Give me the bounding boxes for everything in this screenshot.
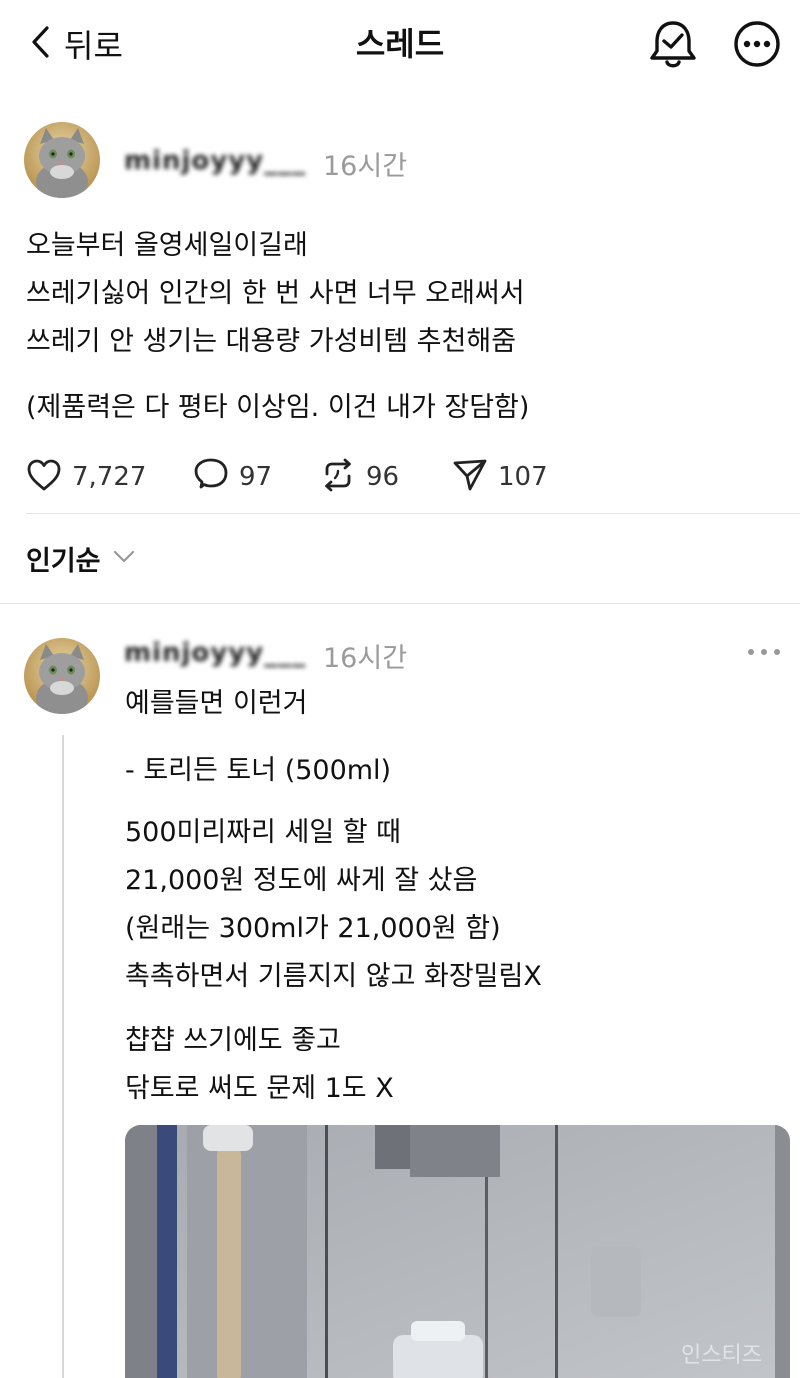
sort-dropdown[interactable]: 인기순 — [26, 538, 135, 578]
divider — [0, 603, 800, 604]
heart-icon — [26, 458, 62, 496]
top-bar: 뒤로 스레드 — [0, 0, 800, 90]
thread-line — [62, 735, 64, 1378]
post-text-line: 쓰레기싫어 인간의 한 번 사면 너무 오래써서 — [26, 278, 525, 309]
reply-text-line: 챱챱 쓰기에도 좋고 — [125, 1025, 341, 1056]
comment-icon — [193, 457, 229, 497]
comment-button[interactable]: 97 — [193, 455, 272, 499]
reply-text-line: 닦토로 써도 문제 1도 X — [125, 1073, 394, 1104]
ellipsis-icon — [744, 649, 784, 668]
post-note: (제품력은 다 평타 이상임. 이건 내가 장담함) — [26, 392, 530, 423]
comment-count: 97 — [239, 462, 273, 492]
reply-time: 16시간 — [323, 643, 408, 674]
share-button[interactable]: 107 — [452, 455, 548, 499]
post-time: 16시간 — [323, 151, 408, 182]
reply-text-line: 21,000원 정도에 싸게 잘 샀음 — [125, 865, 478, 896]
bell-check-icon — [648, 21, 698, 74]
post-text-line: 오늘부터 올영세일이길래 — [26, 230, 308, 261]
like-button[interactable]: 7,727 — [26, 455, 146, 499]
post-username[interactable]: minjoyyy___ — [124, 146, 306, 176]
reply-username[interactable]: minjoyyy___ — [124, 638, 306, 668]
repost-button[interactable]: 96 — [320, 455, 399, 499]
sort-label: 인기순 — [26, 545, 101, 577]
reply-text-line: 촉촉하면서 기름지지 않고 화장밀림X — [125, 961, 542, 992]
avatar[interactable] — [24, 122, 100, 198]
send-icon — [452, 457, 488, 497]
reply-photo[interactable]: 인스티즈 — [125, 1125, 790, 1378]
share-count: 107 — [498, 462, 548, 492]
reply-more-button[interactable] — [744, 640, 784, 664]
more-options-button[interactable] — [733, 20, 781, 68]
more-options-icon — [733, 21, 781, 72]
reply-text-line: 500미리짜리 세일 할 때 — [125, 817, 402, 848]
watermark: 인스티즈 — [681, 1343, 762, 1368]
repost-icon — [320, 457, 356, 497]
notification-button[interactable] — [648, 18, 698, 70]
repost-count: 96 — [366, 462, 400, 492]
post-text-line: 쓰레기 안 생기는 대용량 가성비템 추천해줌 — [26, 326, 517, 357]
reply-avatar[interactable] — [24, 638, 100, 714]
like-count: 7,727 — [72, 462, 147, 492]
chevron-down-icon — [113, 549, 135, 568]
reply-intro: 예를들면 이런거 — [125, 688, 308, 719]
divider — [26, 513, 800, 514]
reply-product: - 토리든 토너 (500ml) — [125, 755, 392, 786]
reply-text-line: (원래는 300ml가 21,000원 함) — [125, 913, 501, 944]
